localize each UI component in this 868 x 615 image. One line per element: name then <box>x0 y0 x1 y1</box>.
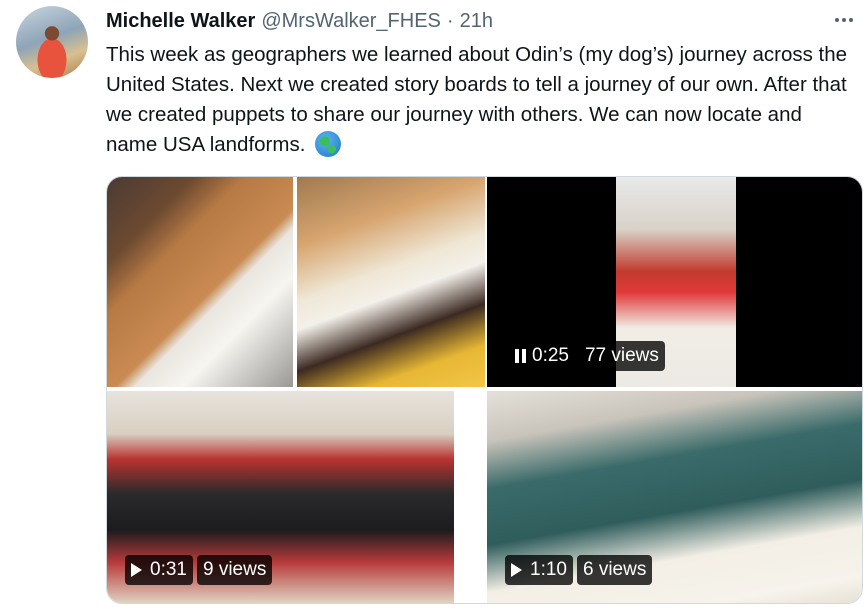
globe-emoji-icon <box>315 131 342 157</box>
video-1-duration-badge[interactable]: 0:25 <box>509 341 575 371</box>
video-2[interactable]: 0:31 9 views <box>107 391 454 603</box>
photo-student-writing-1[interactable] <box>107 177 293 387</box>
video-2-duration: 0:31 <box>150 559 187 580</box>
video-3-duration-badge[interactable]: 1:10 <box>505 555 573 585</box>
media-grid: 0:25 77 views 0:31 9 views 1:10 6 views <box>106 176 863 604</box>
author-name[interactable]: Michelle Walker <box>106 10 255 33</box>
video-1-views-badge: 77 views <box>578 341 665 371</box>
video-2-overlay: 0:31 9 views <box>125 555 273 585</box>
pause-icon[interactable] <box>515 349 526 363</box>
video-1-views: 77 views <box>584 345 659 366</box>
video-2-duration-badge[interactable]: 0:31 <box>125 555 193 585</box>
tweet-timestamp[interactable]: 21h <box>460 10 493 33</box>
tweet-header: Michelle Walker @MrsWalker_FHES · 21h <box>106 8 493 34</box>
video-3-views-badge: 6 views <box>576 555 653 585</box>
video-3-views: 6 views <box>582 559 647 580</box>
video-1-duration: 0:25 <box>532 345 569 366</box>
video-3-duration: 1:10 <box>530 559 567 580</box>
play-icon[interactable] <box>131 563 142 577</box>
video-3-overlay: 1:10 6 views <box>505 555 653 585</box>
more-options-icon[interactable] <box>832 8 856 32</box>
play-icon[interactable] <box>511 563 522 577</box>
video-1[interactable]: 0:25 77 views <box>487 177 862 387</box>
video-2-views-badge: 9 views <box>196 555 273 585</box>
video-1-overlay: 0:25 77 views <box>509 341 665 371</box>
author-handle[interactable]: @MrsWalker_FHES <box>261 10 441 33</box>
video-2-views: 9 views <box>202 559 267 580</box>
video-3[interactable]: 1:10 6 views <box>487 391 862 603</box>
tweet-text: This week as geographers we learned abou… <box>106 40 856 160</box>
author-avatar[interactable] <box>16 6 88 78</box>
tweet-body: This week as geographers we learned abou… <box>106 43 848 156</box>
header-separator: · <box>446 9 454 32</box>
photo-student-writing-2[interactable] <box>297 177 485 387</box>
